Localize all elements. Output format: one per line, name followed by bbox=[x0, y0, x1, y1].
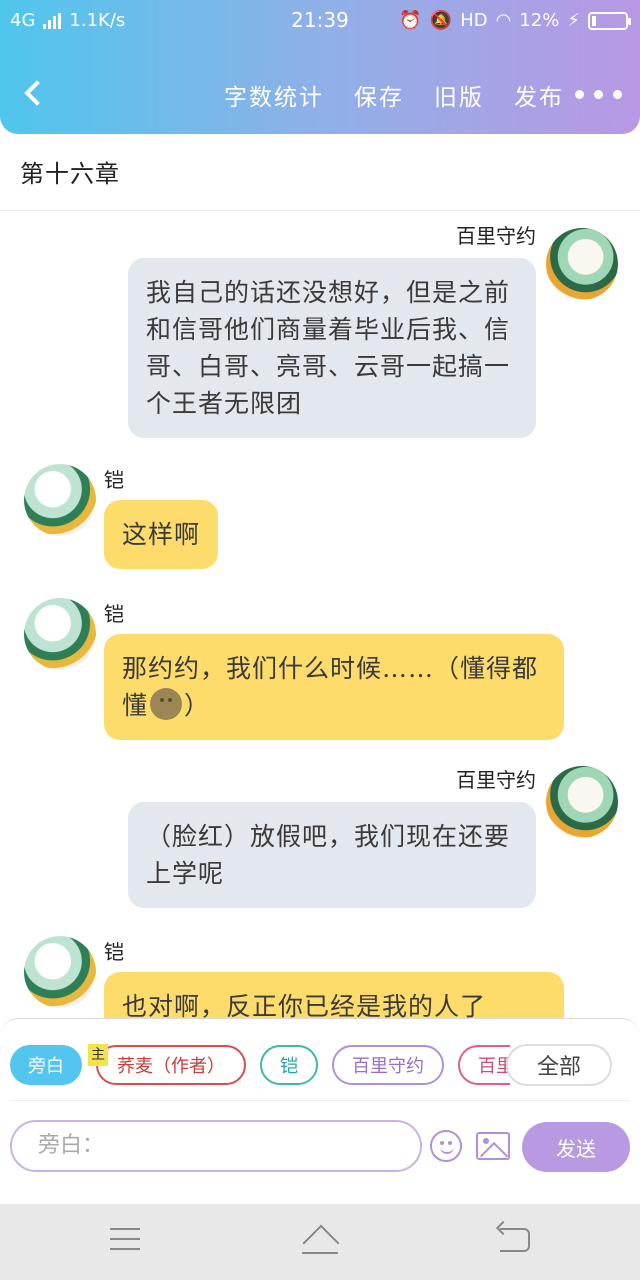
status-bar: 4G 1.1K/s 21:39 ⏰ 🔕 HD ◠ 12% ⚡ bbox=[0, 0, 640, 42]
message-bubble[interactable]: 那约约，我们什么时候……（懂得都懂） bbox=[104, 634, 564, 740]
publish-button[interactable]: 发布 bbox=[514, 78, 564, 112]
role-chip-narrator[interactable]: 旁白 bbox=[10, 1045, 82, 1085]
sender-name: 百里守约 bbox=[456, 768, 536, 792]
more-options-icon[interactable] bbox=[575, 90, 622, 99]
divider bbox=[0, 210, 640, 211]
message-bubble[interactable]: （脸红）放假吧，我们现在还要上学呢 bbox=[128, 802, 536, 908]
app-header: 4G 1.1K/s 21:39 ⏰ 🔕 HD ◠ 12% ⚡ 字数统计 保存 旧… bbox=[0, 0, 640, 134]
hd-label: HD bbox=[460, 10, 488, 31]
smile-emoji-icon bbox=[150, 688, 183, 720]
battery-fill bbox=[592, 15, 596, 26]
sender-name: 铠 bbox=[104, 940, 124, 964]
role-chip-kai[interactable]: 铠 bbox=[260, 1045, 318, 1085]
main-role-tag: 主 bbox=[88, 1044, 108, 1066]
message-bubble[interactable]: 我自己的话还没想好，但是之前和信哥他们商量着毕业后我、信哥、白哥、亮哥、云哥一起… bbox=[128, 258, 536, 438]
wifi-icon: ◠ bbox=[495, 10, 512, 31]
role-chip-baili-2[interactable]: 百里 bbox=[458, 1045, 510, 1085]
avatar[interactable] bbox=[546, 228, 618, 300]
sender-name: 铠 bbox=[104, 468, 124, 492]
role-chip-baili[interactable]: 百里守约 bbox=[332, 1045, 444, 1085]
toolbar-actions: 字数统计 保存 旧版 发布 bbox=[224, 78, 564, 112]
save-button[interactable]: 保存 bbox=[354, 78, 404, 112]
old-version-button[interactable]: 旧版 bbox=[434, 78, 484, 112]
role-chip-author[interactable]: 荞麦（作者） bbox=[96, 1045, 246, 1085]
mute-icon: 🔕 bbox=[429, 10, 453, 31]
back-icon[interactable] bbox=[500, 1228, 530, 1252]
sender-name: 百里守约 bbox=[456, 224, 536, 248]
divider bbox=[10, 1100, 630, 1101]
message-text: ） bbox=[184, 691, 211, 720]
send-button[interactable]: 发送 bbox=[522, 1122, 630, 1172]
avatar[interactable] bbox=[24, 598, 96, 670]
word-count-button[interactable]: 字数统计 bbox=[224, 78, 324, 112]
alarm-icon: ⏰ bbox=[399, 10, 422, 31]
home-icon[interactable] bbox=[300, 1226, 340, 1256]
system-nav-bar bbox=[0, 1204, 640, 1280]
battery-icon bbox=[588, 11, 631, 30]
all-roles-button[interactable]: 全部 bbox=[506, 1044, 612, 1086]
chapter-title[interactable]: 第十六章 bbox=[20, 154, 120, 189]
back-button[interactable] bbox=[20, 78, 50, 108]
smiley-icon[interactable] bbox=[430, 1130, 462, 1162]
avatar[interactable] bbox=[546, 766, 618, 838]
message-bubble[interactable]: 也对啊，反正你已经是我的人了 bbox=[104, 972, 564, 1020]
sender-name: 铠 bbox=[104, 602, 124, 626]
avatar[interactable] bbox=[24, 464, 96, 536]
chat-area[interactable]: 百里守约 我自己的话还没想好，但是之前和信哥他们商量着毕业后我、信哥、白哥、亮哥… bbox=[0, 212, 640, 1020]
toolbar: 字数统计 保存 旧版 发布 bbox=[0, 60, 640, 130]
role-selector: 旁白 荞麦（作者） 铠 百里守约 百里 bbox=[10, 1045, 510, 1089]
image-icon[interactable] bbox=[476, 1132, 510, 1160]
avatar[interactable] bbox=[24, 936, 96, 1008]
menu-icon[interactable] bbox=[110, 1228, 140, 1252]
charging-icon: ⚡ bbox=[567, 10, 580, 31]
battery-percent: 12% bbox=[519, 10, 560, 31]
message-bubble[interactable]: 这样啊 bbox=[104, 500, 219, 569]
message-input[interactable]: 旁白： bbox=[10, 1120, 422, 1172]
